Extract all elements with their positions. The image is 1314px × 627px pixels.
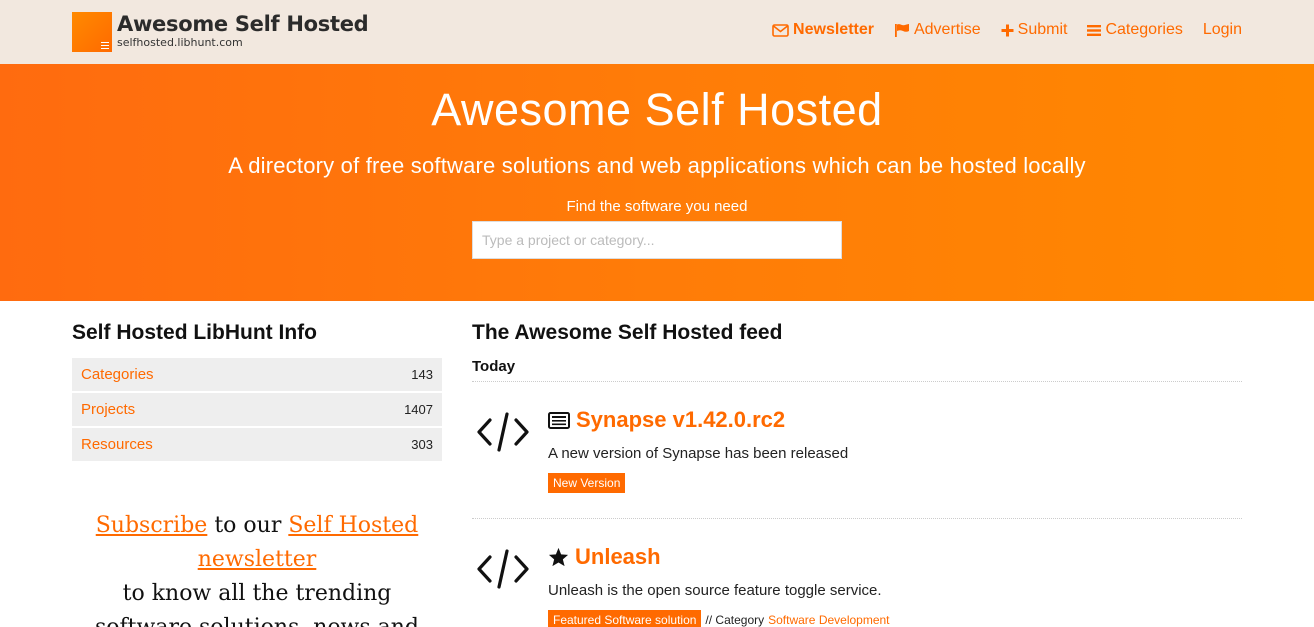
flag-icon <box>894 24 909 37</box>
top-navbar: Awesome Self Hosted selfhosted.libhunt.c… <box>0 0 1314 64</box>
newspaper-icon <box>548 411 570 429</box>
feed: The Awesome Self Hosted feed Today Synap… <box>472 321 1242 627</box>
info-item-projects[interactable]: Projects 1407 <box>72 393 442 426</box>
main-nav: Newsletter Advertise Submit Categories L… <box>752 21 1242 39</box>
nav-submit-link[interactable]: Submit <box>1001 21 1068 39</box>
info-item-label: Resources <box>81 436 153 453</box>
sidebar-heading: Self Hosted LibHunt Info <box>72 321 317 344</box>
nav-advertise-link[interactable]: Advertise <box>894 21 981 39</box>
site-logo[interactable]: Awesome Self Hosted selfhosted.libhunt.c… <box>72 12 369 52</box>
info-item-resources[interactable]: Resources 303 <box>72 428 442 461</box>
subscribe-promo: Subscribe to our Self Hosted newsletter … <box>72 509 442 627</box>
code-icon <box>477 412 529 452</box>
code-icon <box>477 549 529 589</box>
sidebar: Self Hosted LibHunt Info Categories 143 … <box>72 321 442 627</box>
feed-day-label: Today <box>472 359 1242 382</box>
info-item-categories[interactable]: Categories 143 <box>72 358 442 391</box>
feed-item: Unleash Unleash is the open source featu… <box>472 519 1242 627</box>
nav-newsletter-link[interactable]: Newsletter <box>772 21 874 39</box>
nav-advertise-label: Advertise <box>913 21 981 38</box>
featured-badge: Featured Software solution <box>548 610 702 627</box>
info-item-count: 143 <box>411 367 433 382</box>
star-icon <box>548 547 569 567</box>
hero-title: Awesome Self Hosted <box>431 84 883 135</box>
info-item-count: 1407 <box>404 402 433 417</box>
hamburger-icon <box>1087 24 1102 36</box>
envelope-icon <box>772 23 789 37</box>
info-item-count: 303 <box>411 437 433 452</box>
new-version-badge: New Version <box>548 473 626 493</box>
logo-title: Awesome Self Hosted <box>117 12 369 36</box>
subscribe-link[interactable]: Subscribe <box>96 513 208 538</box>
category-link[interactable]: Software Development <box>768 613 889 627</box>
info-item-label: Categories <box>81 366 154 383</box>
info-item-label: Projects <box>81 401 136 418</box>
feed-heading: The Awesome Self Hosted feed <box>472 321 783 344</box>
nav-login-link[interactable]: Login <box>1203 21 1242 39</box>
feed-item: Synapse v1.42.0.rc2 A new version of Syn… <box>472 382 1242 519</box>
subscribe-description: to know all the trending software soluti… <box>95 581 419 627</box>
search-label: Find the software you need <box>566 198 748 215</box>
info-list: Categories 143 Projects 1407 Resources 3… <box>72 358 442 461</box>
category-prefix: // Category <box>705 613 765 627</box>
subscribe-text: to our <box>207 513 289 538</box>
nav-newsletter-label: Newsletter <box>793 21 874 38</box>
search-input[interactable] <box>472 221 842 259</box>
nav-categories-link[interactable]: Categories <box>1087 21 1183 39</box>
logo-subtitle: selfhosted.libhunt.com <box>117 36 243 49</box>
plus-icon <box>1001 24 1014 36</box>
nav-submit-label: Submit <box>1017 21 1068 38</box>
logo-mark <box>72 12 112 52</box>
nav-login-label: Login <box>1202 21 1242 38</box>
feed-item-title[interactable]: Synapse v1.42.0.rc2 <box>576 407 785 433</box>
hero-tagline: A directory of free software solutions a… <box>228 153 1086 178</box>
feed-item-description: Unleash is the open source feature toggl… <box>548 582 882 599</box>
feed-item-title[interactable]: Unleash <box>575 544 661 570</box>
feed-item-description: A new version of Synapse has been releas… <box>548 445 849 462</box>
hero-banner: Awesome Self Hosted A directory of free … <box>0 64 1314 301</box>
nav-categories-label: Categories <box>1105 21 1183 38</box>
